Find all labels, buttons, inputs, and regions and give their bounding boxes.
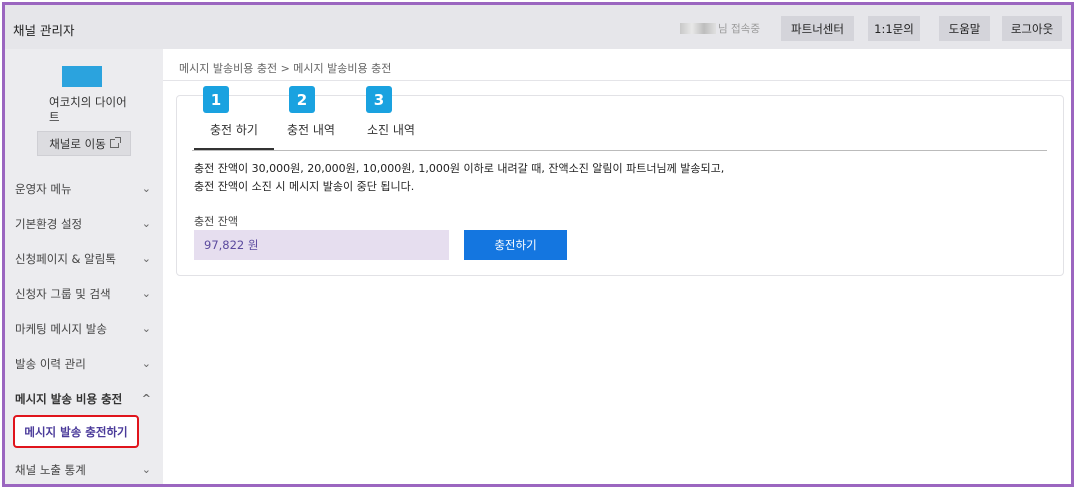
step-badge-2: 2 — [289, 86, 315, 113]
inquiry-button[interactable]: 1:1문의 — [868, 16, 920, 41]
channel-name: 여코치의 다이어트 — [49, 95, 127, 124]
logout-button[interactable]: 로그아웃 — [1002, 16, 1062, 41]
menu-marketing-message[interactable]: 마케팅 메시지 발송 ⌄ — [5, 312, 163, 345]
sidebar: 여코치의 다이어트 채널로 이동 운영자 메뉴 ⌄ 기본환경 설정 ⌄ 신청페이… — [5, 49, 163, 484]
balance-label: 충전 잔액 — [194, 215, 238, 228]
menu-label: 채널 노출 통계 — [15, 462, 86, 477]
main-content: 메시지 발송비용 충전 > 메시지 발송비용 충전 1 2 3 충전 하기 충전… — [163, 49, 1071, 484]
notice-line-1: 충전 잔액이 30,000원, 20,000원, 10,000원, 1,000원… — [194, 162, 725, 175]
external-link-icon — [109, 137, 121, 148]
tab-charge-history[interactable]: 충전 내역 — [278, 122, 344, 150]
menu-label: 신청자 그룹 및 검색 — [15, 286, 111, 301]
charge-notice: 충전 잔액이 30,000원, 20,000원, 10,000원, 1,000원… — [194, 160, 724, 196]
partner-center-button[interactable]: 파트너센터 — [781, 16, 854, 41]
help-button[interactable]: 도움말 — [939, 16, 990, 41]
top-bar: 채널 관리자 님 접속중 파트너센터 1:1문의 도움말 로그아웃 — [5, 5, 1071, 49]
blurred-username — [680, 23, 716, 34]
chevron-down-icon: ⌄ — [141, 217, 151, 230]
user-status: 님 접속중 — [680, 21, 760, 36]
submenu-message-charge[interactable]: 메시지 발송 충전하기 — [13, 415, 139, 448]
charge-card: 1 2 3 충전 하기 충전 내역 소진 내역 충전 잔액이 30,000원, … — [176, 86, 1064, 276]
channel-logo — [62, 66, 102, 87]
divider — [163, 80, 1071, 81]
chevron-down-icon: ⌄ — [141, 357, 151, 370]
notice-line-2: 충전 잔액이 소진 시 메시지 발송이 중단 됩니다. — [194, 180, 415, 193]
breadcrumb: 메시지 발송비용 충전 > 메시지 발송비용 충전 — [179, 62, 392, 75]
app-frame: 채널 관리자 님 접속중 파트너센터 1:1문의 도움말 로그아웃 여코치의 다… — [2, 2, 1074, 487]
menu-label: 신청페이지 & 알림톡 — [15, 251, 116, 266]
go-to-channel-button[interactable]: 채널로 이동 — [37, 131, 131, 156]
menu-channel-stats[interactable]: 채널 노출 통계 ⌄ — [5, 453, 163, 484]
chevron-down-icon: ⌄ — [141, 287, 151, 300]
menu-message-charge[interactable]: 메시지 발송 비용 충전 ^ — [5, 382, 163, 415]
menu-label: 마케팅 메시지 발송 — [15, 321, 107, 336]
user-status-text: 님 접속중 — [718, 23, 760, 35]
step-badge-3: 3 — [366, 86, 392, 113]
go-to-channel-label: 채널로 이동 — [49, 136, 106, 151]
menu-label: 운영자 메뉴 — [15, 181, 72, 196]
chevron-down-icon: ⌄ — [141, 463, 151, 476]
chevron-down-icon: ⌄ — [141, 252, 151, 265]
app-title: 채널 관리자 — [13, 23, 75, 38]
menu-applicant-groups[interactable]: 신청자 그룹 및 검색 ⌄ — [5, 277, 163, 310]
tab-usage-history[interactable]: 소진 내역 — [358, 122, 424, 150]
menu-label: 발송 이력 관리 — [15, 356, 86, 371]
step-badge-1: 1 — [203, 86, 229, 113]
tab-underline — [192, 150, 1047, 151]
chevron-down-icon: ⌄ — [141, 322, 151, 335]
chevron-down-icon: ⌄ — [141, 182, 151, 195]
charge-button[interactable]: 충전하기 — [464, 230, 567, 260]
menu-basic-settings[interactable]: 기본환경 설정 ⌄ — [5, 207, 163, 240]
balance-field: 97,822 원 — [194, 230, 449, 260]
chevron-up-icon: ^ — [141, 392, 151, 405]
tab-charge[interactable]: 충전 하기 — [194, 122, 274, 150]
menu-label: 기본환경 설정 — [15, 216, 83, 231]
menu-operator[interactable]: 운영자 메뉴 ⌄ — [5, 172, 163, 205]
menu-signup-page[interactable]: 신청페이지 & 알림톡 ⌄ — [5, 242, 163, 275]
menu-send-history[interactable]: 발송 이력 관리 ⌄ — [5, 347, 163, 380]
menu-label: 메시지 발송 비용 충전 — [15, 391, 123, 406]
